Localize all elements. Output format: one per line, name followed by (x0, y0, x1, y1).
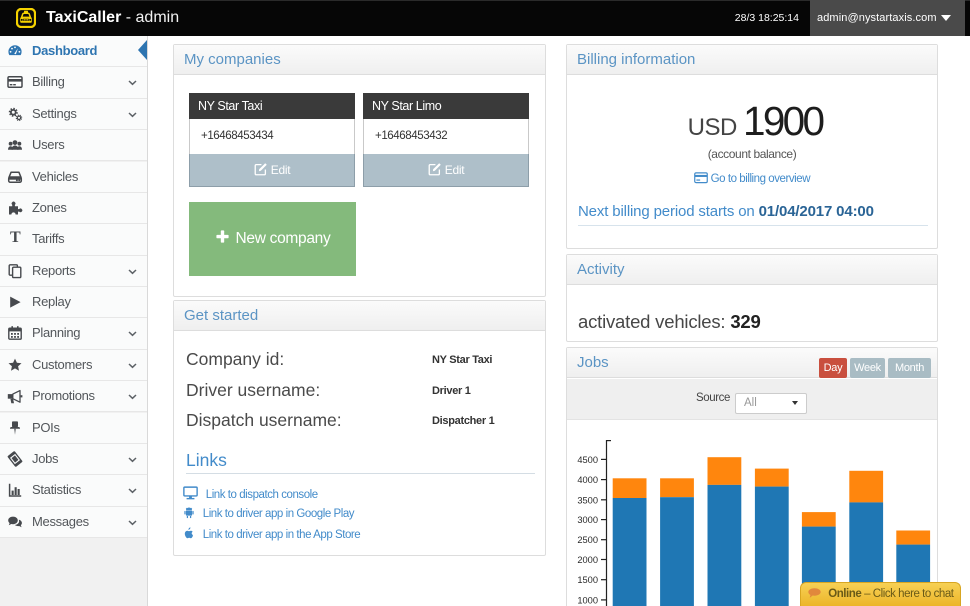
svg-text:3000: 3000 (577, 515, 598, 525)
svg-text:4000: 4000 (577, 475, 598, 485)
svg-text:2000: 2000 (577, 555, 598, 565)
svg-text:3500: 3500 (577, 495, 598, 505)
svg-text:4500: 4500 (577, 455, 598, 465)
svg-text:1000: 1000 (577, 595, 598, 605)
svg-text:2500: 2500 (577, 535, 598, 545)
svg-text:1500: 1500 (577, 575, 598, 585)
